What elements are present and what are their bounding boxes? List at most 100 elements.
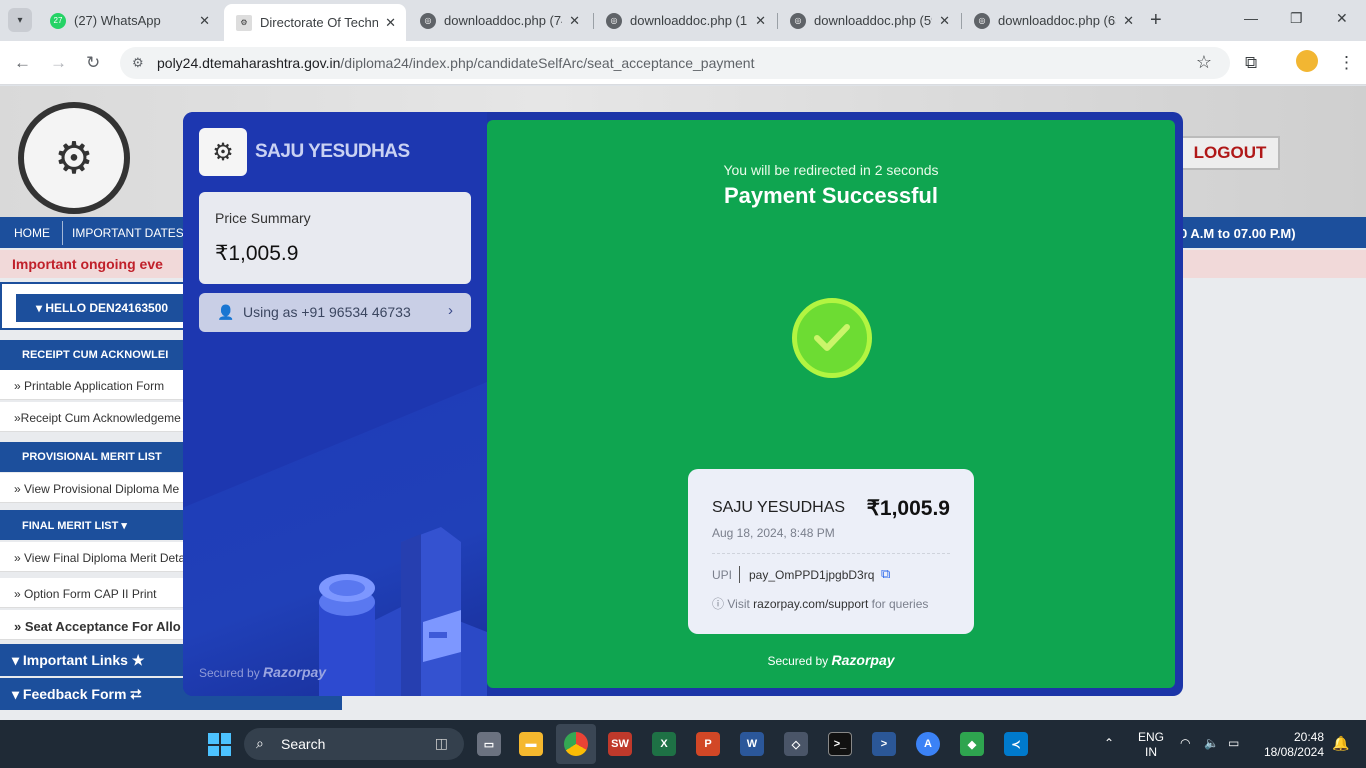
price-summary-card: Price Summary ₹1,005.9	[199, 192, 471, 284]
tab-directorate[interactable]: ⚙ Directorate Of Technical ✕	[224, 4, 406, 41]
receipt-date: Aug 18, 2024, 8:48 PM	[712, 526, 835, 540]
tab-title: Directorate Of Technical	[260, 15, 378, 30]
close-tab-icon[interactable]: ✕	[755, 13, 766, 29]
tab-title: downloaddoc.php (63	[998, 13, 1116, 28]
task-view-icon[interactable]: ▭	[477, 732, 501, 756]
globe-icon: ◎	[420, 12, 436, 29]
taskbar-search-label: Search	[281, 736, 326, 752]
clock-date: 18/08/2024	[1263, 745, 1324, 759]
payment-success-panel: You will be redirected in 2 seconds Paym…	[487, 120, 1175, 688]
tab-whatsapp[interactable]: 27 (27) WhatsApp ✕	[38, 6, 220, 35]
url-path: /diploma24/index.php/candidateSelfArc/se…	[340, 55, 755, 71]
payment-receipt-card: SAJU YESUDHAS ₹1,005.9 Aug 18, 2024, 8:4…	[688, 469, 974, 634]
language-indicator[interactable]: ENG IN	[1138, 730, 1164, 760]
powerpoint-icon[interactable]: P	[696, 732, 720, 756]
tab-downloaddoc-4[interactable]: ◎ downloaddoc.php (63 ✕	[962, 6, 1144, 35]
search-icon: ⌕	[256, 735, 264, 751]
close-tab-icon[interactable]: ✕	[385, 15, 396, 31]
support-suffix-text: for queries	[871, 597, 929, 611]
wifi-icon[interactable]: ◠	[1180, 736, 1190, 750]
price-summary-amount: ₹1,005.9	[215, 242, 299, 265]
hello-user-dropdown[interactable]: ▾ HELLO DEN24163500	[16, 294, 196, 322]
support-note: ⓘ Visit razorpay.com/support for queries	[712, 595, 928, 612]
merchant-name: SAJU YESUDHAS	[255, 141, 410, 162]
volume-icon[interactable]: 🔈	[1204, 736, 1219, 750]
logout-button[interactable]: LOGOUT	[1180, 136, 1280, 170]
back-arrow-icon[interactable]: ←	[14, 53, 31, 73]
menu-dots-icon[interactable]: ⋮	[1338, 53, 1355, 73]
razorpay-logo: Razorpay	[263, 664, 327, 680]
region-text: IN	[1145, 745, 1157, 759]
tab-title: downloaddoc.php (74	[444, 13, 562, 28]
file-explorer-icon[interactable]: ▬	[519, 732, 543, 756]
url-text[interactable]: poly24.dtemaharashtra.gov.in/diploma24/i…	[157, 55, 754, 71]
tray-overflow-chevron-icon[interactable]: ⌃	[1104, 736, 1114, 750]
forward-arrow-icon[interactable]: →	[50, 53, 67, 73]
lang-text: ENG	[1138, 730, 1165, 744]
globe-icon: ◎	[790, 12, 806, 29]
reload-icon[interactable]: ↻	[86, 53, 100, 73]
windows-start-icon[interactable]	[208, 733, 231, 756]
word-icon[interactable]: W	[740, 732, 764, 756]
whatsapp-icon: 27	[50, 12, 66, 29]
secured-by-text: Secured by	[199, 666, 260, 680]
windows-taskbar: ⌕ Search ◫ ▭ ▬ SW X P W ◇ >_ > A ◆ ≺ ⌃ E…	[0, 720, 1366, 768]
extensions-icon[interactable]: ⧉	[1245, 53, 1257, 73]
secured-by-footer: Secured by Razorpay	[199, 664, 326, 680]
notification-bell-icon[interactable]: 🔔	[1332, 735, 1349, 752]
payment-id: pay_OmPPD1jpgbD3rq	[749, 568, 875, 582]
support-visit-text: Visit	[727, 597, 750, 611]
close-window-icon[interactable]: ✕	[1336, 10, 1348, 27]
taskbar-search[interactable]: ⌕ Search ◫	[244, 728, 464, 760]
nav-important-dates[interactable]: IMPORTANT DATES	[72, 226, 184, 240]
battery-icon[interactable]: ▭	[1228, 736, 1239, 750]
merchant-logo: ⚙	[199, 128, 247, 176]
method-separator	[739, 566, 740, 583]
powershell-icon[interactable]: >	[872, 732, 896, 756]
clock[interactable]: 20:48 18/08/2024	[1256, 730, 1324, 760]
close-tab-icon[interactable]: ✕	[939, 13, 950, 29]
close-tab-icon[interactable]: ✕	[569, 13, 580, 29]
new-tab-plus-icon[interactable]: +	[1150, 9, 1162, 32]
minimize-icon[interactable]: —	[1244, 10, 1258, 26]
excel-icon[interactable]: X	[652, 732, 676, 756]
chrome-icon[interactable]	[564, 732, 588, 756]
success-check-icon	[792, 298, 872, 378]
vscode-icon[interactable]: ≺	[1004, 732, 1028, 756]
tab-title: downloaddoc.php (1	[630, 13, 748, 28]
profile-avatar[interactable]	[1296, 50, 1318, 72]
support-link[interactable]: razorpay.com/support	[753, 597, 868, 611]
site-info-icon[interactable]: ⚙	[132, 55, 144, 71]
restore-icon[interactable]: ❐	[1290, 10, 1303, 27]
close-tab-icon[interactable]: ✕	[199, 13, 210, 29]
tab-downloaddoc-3[interactable]: ◎ downloaddoc.php (59 ✕	[778, 6, 960, 35]
bookmark-star-icon[interactable]: ☆	[1196, 52, 1212, 73]
checkout-left-panel: ⚙ SAJU YESUDHAS Price Summary ₹1,005.9 👤…	[183, 112, 487, 696]
using-as-contact-button[interactable]: 👤 Using as +91 96534 46733 ›	[199, 293, 471, 332]
address-bar[interactable]: ⚙ poly24.dtemaharashtra.gov.in/diploma24…	[120, 47, 1230, 79]
tab-downloaddoc-1[interactable]: ◎ downloaddoc.php (74 ✕	[408, 6, 590, 35]
tab-search-chevron-icon[interactable]: ▾	[8, 8, 32, 32]
payment-method: UPI	[712, 568, 733, 582]
receipt-divider	[712, 553, 950, 554]
virtualbox-icon[interactable]: ◇	[784, 732, 808, 756]
browser-toolbar: ← → ↻ ⚙ poly24.dtemaharashtra.gov.in/dip…	[0, 41, 1366, 85]
ticker-text: Important ongoing eve	[12, 256, 163, 272]
redirect-countdown: You will be redirected in 2 seconds	[723, 162, 939, 178]
dte-emblem-logo: ⚙	[18, 102, 130, 214]
copy-icon[interactable]: ⧉	[881, 566, 890, 582]
tab-downloaddoc-2[interactable]: ◎ downloaddoc.php (1 ✕	[594, 6, 776, 35]
secured-by-footer-right: Secured by Razorpay	[487, 652, 1175, 668]
user-icon: 👤	[217, 304, 235, 320]
close-tab-icon[interactable]: ✕	[1123, 13, 1134, 29]
git-icon[interactable]: ◆	[960, 732, 984, 756]
camera-icon: ◫	[434, 735, 448, 751]
app-store-icon[interactable]: A	[916, 732, 940, 756]
terminal-icon[interactable]: >_	[828, 732, 852, 756]
secured-by-text: Secured by	[767, 654, 829, 668]
nav-home[interactable]: HOME	[14, 226, 50, 240]
chevron-right-icon: ›	[448, 302, 453, 319]
solidworks-icon[interactable]: SW	[608, 732, 632, 756]
globe-icon: ◎	[606, 12, 622, 29]
price-summary-label: Price Summary	[215, 210, 311, 226]
